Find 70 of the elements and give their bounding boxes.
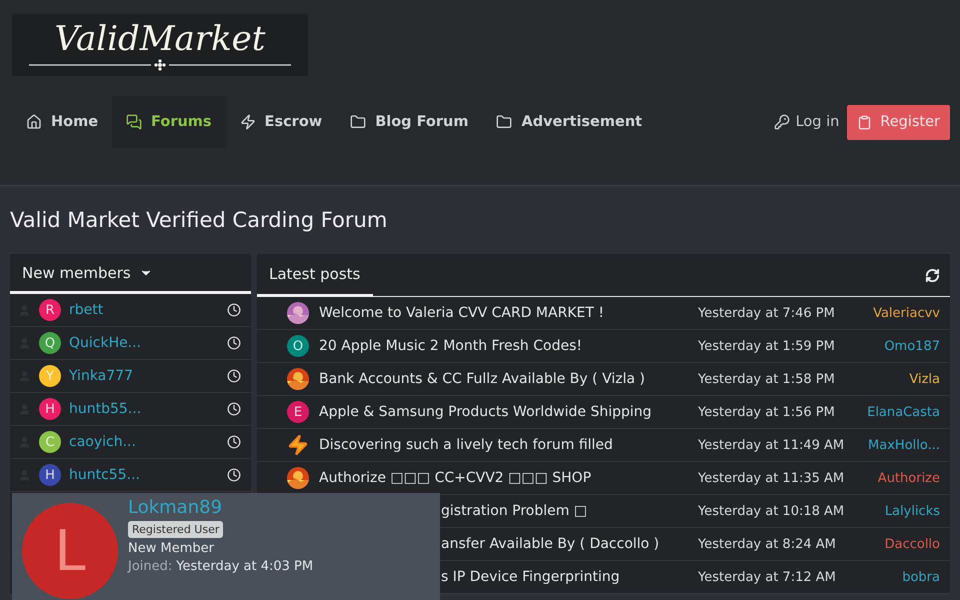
post-time: Yesterday at 8:24 AM [698, 536, 837, 552]
nav-tab[interactable]: Escrow [226, 96, 336, 148]
post-time: Yesterday at 1:58 PM [698, 372, 836, 386]
clipboard-icon [857, 114, 872, 130]
author-name[interactable]: Lalylicks [864, 504, 940, 518]
lightning-icon [287, 434, 309, 456]
author-name[interactable]: ElanaCasta [864, 404, 940, 420]
author-name[interactable]: bobra [864, 570, 940, 584]
user-avatar: H [39, 398, 61, 420]
nav-tab[interactable]: Advertisement [482, 96, 656, 148]
author-name[interactable]: Omo187 [864, 338, 940, 354]
member-rank: New Member [128, 541, 215, 556]
post-title[interactable]: 20 Apple Music 2 Month Fresh Codes! [319, 338, 688, 354]
user-badge: Registered User [128, 521, 224, 538]
author-name[interactable]: Vizla [864, 372, 940, 386]
author-name[interactable]: Daccollo [864, 536, 940, 552]
post-time: Yesterday at 7:12 AM [698, 570, 837, 584]
clock-icon[interactable] [227, 303, 241, 317]
author-name[interactable]: MaxHollo... [864, 438, 940, 452]
login-link[interactable]: Log in [766, 114, 848, 130]
panel-title[interactable]: New members [22, 264, 131, 282]
member-name[interactable]: caoyich... [69, 434, 219, 450]
member-name[interactable]: rbett [69, 302, 219, 318]
folder-icon [350, 114, 366, 130]
nav-tab[interactable]: Home [12, 96, 112, 148]
post-title[interactable]: Discovering such a lively tech forum filled [319, 437, 688, 453]
panel-tab[interactable]: Latest posts [257, 254, 373, 297]
user-avatar: L [22, 503, 118, 599]
logo-text: ValidMarket [54, 19, 266, 59]
joined-date: Yesterday at 4:03 PM [176, 559, 314, 574]
folder-icon [496, 114, 512, 130]
post-time: Yesterday at 10:18 AM [698, 504, 846, 518]
member-name[interactable]: Yinka777 [69, 368, 219, 384]
member-name[interactable]: QuickHe... [69, 335, 219, 351]
site-logo[interactable]: ValidMarket [12, 14, 308, 76]
post-time: Yesterday at 1:59 PM [698, 338, 836, 354]
user-avatar: H [39, 464, 61, 486]
post-time: Yesterday at 11:35 AM [698, 470, 846, 486]
post-title[interactable]: Apple & Samsung Products Worldwide Shipping [319, 404, 688, 420]
clock-icon[interactable] [227, 336, 241, 350]
user-avatar: Y [39, 365, 61, 387]
clock-icon[interactable] [227, 402, 241, 416]
nav-tab[interactable]: Forums [112, 96, 226, 148]
ornament-rule-icon [29, 59, 291, 71]
clock-icon[interactable] [227, 369, 241, 383]
member-name[interactable]: huntb55... [69, 401, 219, 417]
home-icon [26, 114, 42, 130]
post-title[interactable]: Welcome to Valeria CVV CARD MARKET ! [319, 305, 688, 321]
post-title[interactable]: Bank Accounts & CC Fullz Available By ( Vizla ) [319, 371, 688, 387]
clock-icon[interactable] [227, 435, 241, 449]
lightning-icon [240, 114, 256, 130]
author-name[interactable]: Authorize [864, 470, 940, 486]
user-avatar: O [287, 335, 309, 357]
post-time: Yesterday at 11:49 AM [698, 438, 846, 452]
user-avatar: Q [39, 332, 61, 354]
nav-tab[interactable]: Blog Forum [336, 96, 482, 148]
clock-icon[interactable] [227, 468, 241, 482]
page-title: Valid Market Verified Carding Forum [10, 208, 388, 232]
post-title[interactable]: Authorize □□□ CC+CVV2 □□□ SHOP [319, 470, 688, 486]
refresh-icon[interactable] [925, 268, 940, 282]
user-avatar: R [39, 299, 61, 321]
post-time: Yesterday at 7:46 PM [698, 306, 836, 320]
chat-icon [126, 114, 142, 130]
author-name[interactable]: Valeriacvv [864, 306, 940, 320]
joined-label: Joined: [128, 559, 172, 574]
user-avatar: C [39, 431, 61, 453]
key-icon [774, 114, 790, 130]
member-name[interactable]: huntc55... [69, 467, 219, 483]
user-avatar: E [287, 401, 309, 423]
post-time: Yesterday at 1:56 PM [698, 404, 836, 420]
